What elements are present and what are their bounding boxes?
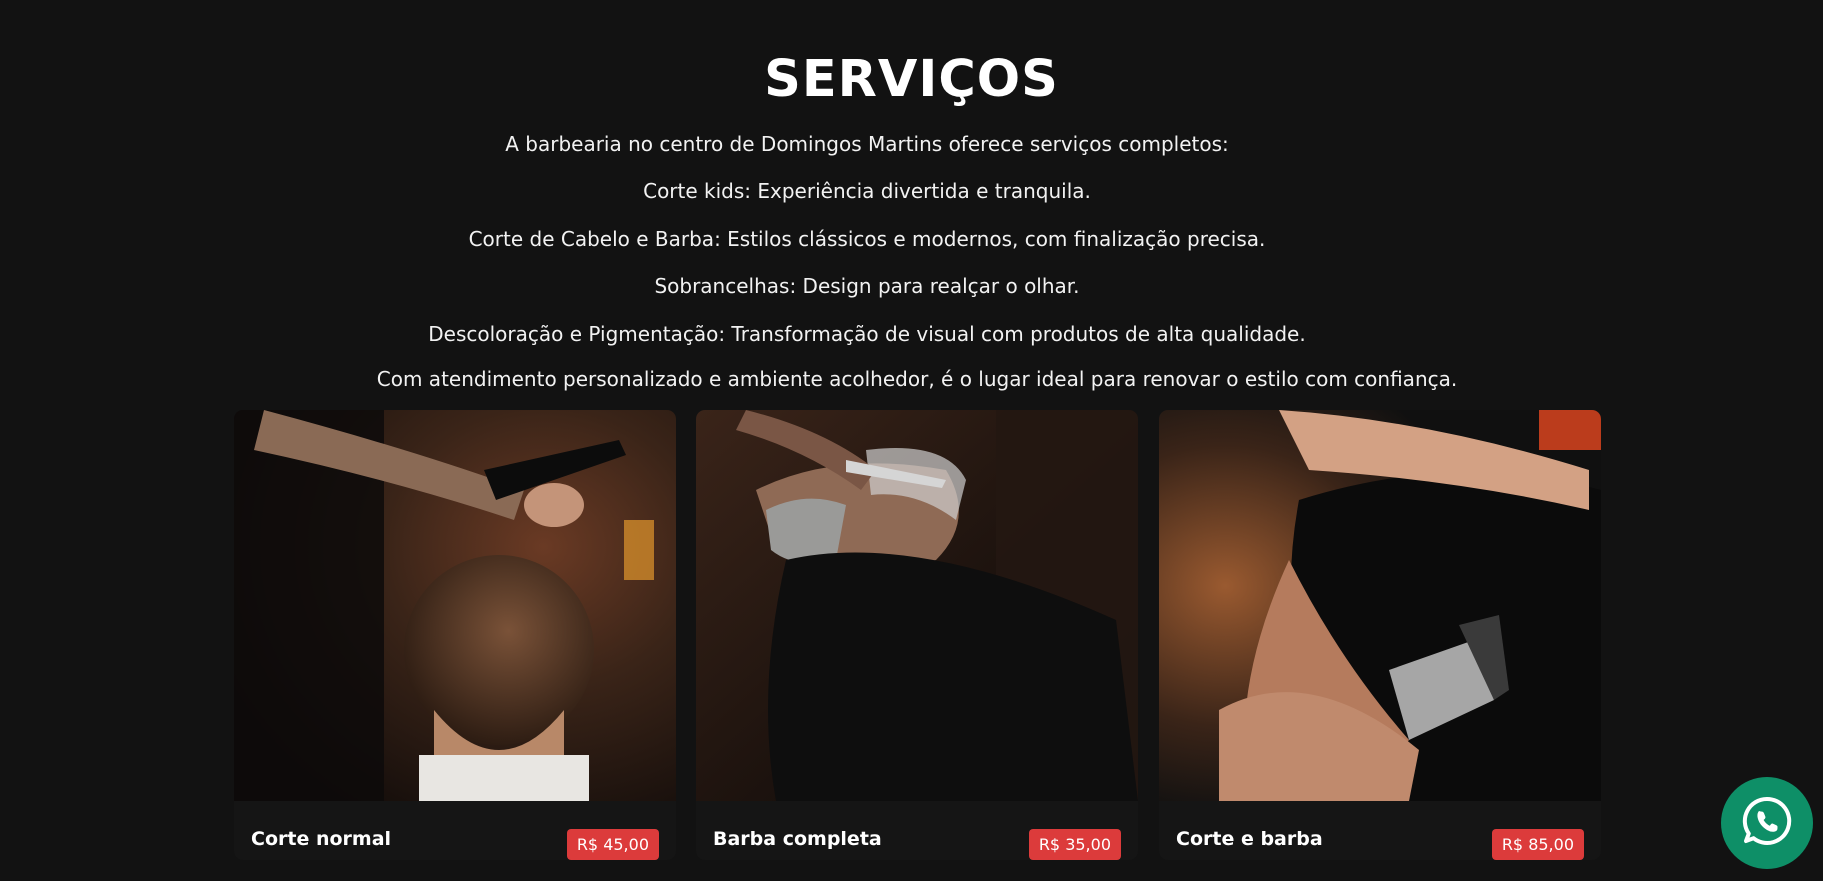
- whatsapp-icon: [1740, 794, 1794, 852]
- service-card[interactable]: Corte normal R$ 45,00: [234, 410, 676, 860]
- service-card-footer: Corte e barba R$ 85,00: [1159, 801, 1601, 860]
- service-description-eyebrows: Sobrancelhas: Design para realçar o olha…: [654, 274, 1080, 298]
- services-intro: A barbearia no centro de Domingos Martin…: [505, 132, 1229, 156]
- service-name: Barba completa: [713, 828, 882, 850]
- services-closing: Com atendimento personalizado e ambiente…: [376, 367, 1458, 391]
- service-photo-haircut-beard: [1159, 410, 1601, 801]
- service-card-footer: Corte normal R$ 45,00: [234, 801, 676, 860]
- service-name: Corte e barba: [1176, 828, 1323, 850]
- service-card[interactable]: Corte e barba R$ 85,00: [1159, 410, 1601, 860]
- service-photo-haircut: [234, 410, 676, 801]
- service-photo-beard: [696, 410, 1138, 801]
- service-description-coloring: Descoloração e Pigmentação: Transformaçã…: [428, 322, 1306, 346]
- service-description-kids: Corte kids: Experiência divertida e tran…: [643, 179, 1091, 203]
- price-badge: R$ 45,00: [566, 829, 659, 860]
- services-title: SERVIÇOS: [764, 50, 1059, 109]
- price-badge: R$ 85,00: [1491, 829, 1584, 860]
- price-badge: R$ 35,00: [1028, 829, 1121, 860]
- service-card-footer: Barba completa R$ 35,00: [696, 801, 1138, 860]
- service-name: Corte normal: [251, 828, 392, 850]
- service-description-hair-beard: Corte de Cabelo e Barba: Estilos clássic…: [468, 227, 1266, 251]
- services-page: SERVIÇOS A barbearia no centro de Doming…: [0, 0, 1823, 881]
- service-card[interactable]: Barba completa R$ 35,00: [696, 410, 1138, 860]
- whatsapp-button[interactable]: [1721, 777, 1813, 869]
